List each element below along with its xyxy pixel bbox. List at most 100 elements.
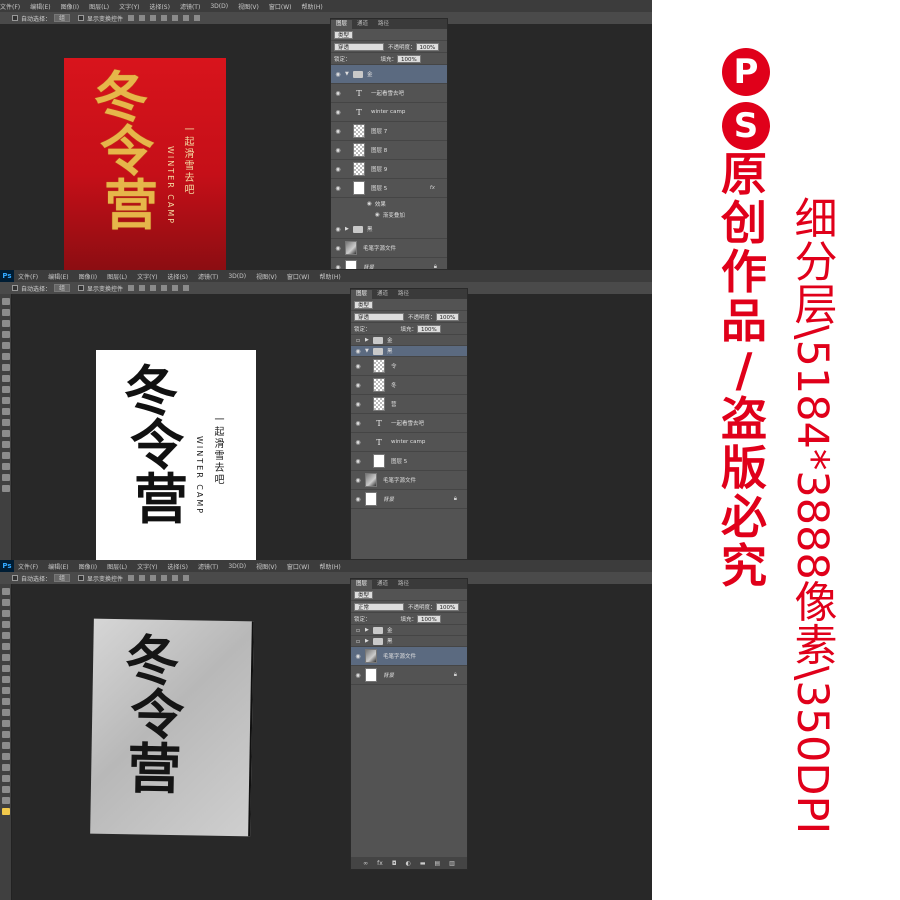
layer-text[interactable]: ◉ T winter camp	[351, 433, 467, 452]
layer-text[interactable]: ◉ T 一起看雪去吧	[331, 84, 447, 103]
eyedropper-tool-icon[interactable]	[2, 643, 10, 650]
move-tool-icon[interactable]	[2, 588, 10, 595]
layer-pixel[interactable]: ◉ 图层 9	[331, 160, 447, 179]
canvas-black-version[interactable]: 冬 令 营 一起滑雪去吧 WINTER CAMP	[96, 350, 256, 560]
menu-image[interactable]: 图像(I)	[79, 272, 97, 281]
expand-open-icon[interactable]: ▼	[345, 71, 353, 77]
marquee-tool-icon[interactable]	[2, 599, 10, 606]
blur-tool-icon[interactable]	[2, 430, 10, 437]
eye-icon[interactable]: ◉	[331, 128, 345, 135]
zoom-tool-icon[interactable]	[2, 797, 10, 804]
history-brush-icon[interactable]	[2, 397, 10, 404]
lasso-tool-icon[interactable]	[2, 610, 10, 617]
effect-item-row[interactable]: ◉ 渐变叠加	[331, 209, 447, 220]
distribute-icon[interactable]	[183, 575, 190, 581]
menu-3d[interactable]: 3D(D)	[228, 273, 246, 280]
menu-type[interactable]: 文字(Y)	[137, 562, 157, 571]
menu-edit[interactable]: 编辑(E)	[30, 2, 50, 11]
canvas-source-photo[interactable]: 冬 令 营	[90, 618, 254, 837]
menu-edit[interactable]: 编辑(E)	[48, 562, 68, 571]
eye-icon[interactable]: ◉	[331, 245, 345, 252]
opacity-field[interactable]: 100%	[435, 312, 460, 321]
layer-group-black[interactable]: ◉ ▶ 黑	[331, 220, 447, 239]
expand-closed-icon[interactable]: ▶	[365, 638, 373, 644]
align-icon[interactable]	[139, 575, 146, 581]
move-tool-icon[interactable]	[2, 298, 10, 305]
layer-group-black[interactable]: ◉ ▼ 黑	[351, 346, 467, 357]
menu-help[interactable]: 帮助(H)	[320, 272, 341, 281]
eye-icon[interactable]: ◉	[351, 477, 365, 484]
show-transform-checkbox[interactable]	[78, 15, 85, 21]
pen-tool-icon[interactable]	[2, 742, 10, 749]
tab-layers[interactable]: 图层	[351, 290, 373, 299]
eye-icon[interactable]: ◉	[331, 226, 345, 233]
path-select-icon[interactable]	[2, 764, 10, 771]
auto-select-dropdown[interactable]: 组	[54, 284, 71, 292]
menu-3d[interactable]: 3D(D)	[228, 563, 246, 570]
layer-photo[interactable]: ◉ 毛笔字源文件	[351, 471, 467, 490]
expand-closed-icon[interactable]: ▶	[345, 226, 353, 232]
layer-photo[interactable]: ◉ 毛笔字源文件	[331, 239, 447, 258]
align-icon[interactable]	[161, 285, 168, 291]
align-icon[interactable]	[128, 285, 135, 291]
opacity-field[interactable]: 100%	[435, 602, 460, 611]
history-brush-icon[interactable]	[2, 687, 10, 694]
brush-tool-icon[interactable]	[2, 665, 10, 672]
dodge-tool-icon[interactable]	[2, 731, 10, 738]
type-tool-icon[interactable]	[2, 753, 10, 760]
fill-field[interactable]: 100%	[397, 54, 421, 63]
auto-select-dropdown[interactable]: 组	[54, 14, 71, 22]
fill-field[interactable]: 100%	[417, 614, 441, 623]
menu-window[interactable]: 窗口(W)	[269, 2, 292, 11]
eraser-tool-icon[interactable]	[2, 698, 10, 705]
marquee-tool-icon[interactable]	[2, 309, 10, 316]
menu-3d[interactable]: 3D(D)	[210, 3, 228, 10]
distribute-icon[interactable]	[172, 15, 179, 21]
auto-select-dropdown[interactable]: 组	[54, 574, 71, 582]
menu-window[interactable]: 窗口(W)	[287, 272, 310, 281]
menu-help[interactable]: 帮助(H)	[302, 2, 323, 11]
menu-image[interactable]: 图像(I)	[79, 562, 97, 571]
menu-view[interactable]: 视图(V)	[256, 272, 277, 281]
new-layer-icon[interactable]: ▤	[435, 860, 441, 867]
lasso-tool-icon[interactable]	[2, 320, 10, 327]
menu-select[interactable]: 选择(S)	[149, 2, 170, 11]
layer-pixel[interactable]: ◉ 令	[351, 357, 467, 376]
layer-group-gold[interactable]: ▫ ▶ 金	[351, 625, 467, 636]
layer-group-black[interactable]: ▫ ▶ 黑	[351, 636, 467, 647]
layer-pixel[interactable]: ◉ 图层 5 fx	[331, 179, 447, 198]
layer-text[interactable]: ◉ T 一起看雪去吧	[351, 414, 467, 433]
quick-select-tool-icon[interactable]	[2, 331, 10, 338]
align-icon[interactable]	[161, 15, 168, 21]
menu-window[interactable]: 窗口(W)	[287, 562, 310, 571]
layer-group-gold[interactable]: ▫ ▶ 金	[351, 335, 467, 346]
menu-view[interactable]: 视图(V)	[256, 562, 277, 571]
layer-pixel[interactable]: ◉ 图层 5	[351, 452, 467, 471]
stamp-tool-icon[interactable]	[2, 676, 10, 683]
opacity-field[interactable]: 100%	[415, 42, 440, 51]
menu-filter[interactable]: 滤镜(T)	[198, 562, 218, 571]
mask-icon[interactable]: ◘	[392, 860, 397, 867]
eye-hidden-icon[interactable]: ▫	[351, 337, 365, 344]
tab-channels[interactable]: 通道	[372, 580, 393, 589]
menu-help[interactable]: 帮助(H)	[320, 562, 341, 571]
menu-file[interactable]: 文件(F)	[18, 562, 38, 571]
shape-tool-icon[interactable]	[2, 485, 10, 492]
stamp-tool-icon[interactable]	[2, 386, 10, 393]
align-icon[interactable]	[139, 285, 146, 291]
auto-select-checkbox[interactable]	[12, 15, 18, 21]
distribute-icon[interactable]	[172, 575, 179, 581]
eye-icon[interactable]: ◉	[331, 71, 345, 78]
path-select-icon[interactable]	[2, 474, 10, 481]
eye-icon[interactable]: ◉	[351, 401, 365, 408]
align-icon[interactable]	[128, 15, 135, 21]
auto-select-checkbox[interactable]	[12, 575, 18, 581]
eye-icon[interactable]: ◉	[331, 147, 345, 154]
eye-icon[interactable]: ◉	[331, 185, 345, 192]
layer-group-gold[interactable]: ◉ ▼ 金	[331, 65, 447, 84]
align-icon[interactable]	[161, 575, 168, 581]
expand-closed-icon[interactable]: ▶	[365, 337, 373, 343]
eyedropper-tool-icon[interactable]	[2, 353, 10, 360]
menu-file[interactable]: 文件(F)	[0, 2, 20, 11]
crop-tool-icon[interactable]	[2, 632, 10, 639]
